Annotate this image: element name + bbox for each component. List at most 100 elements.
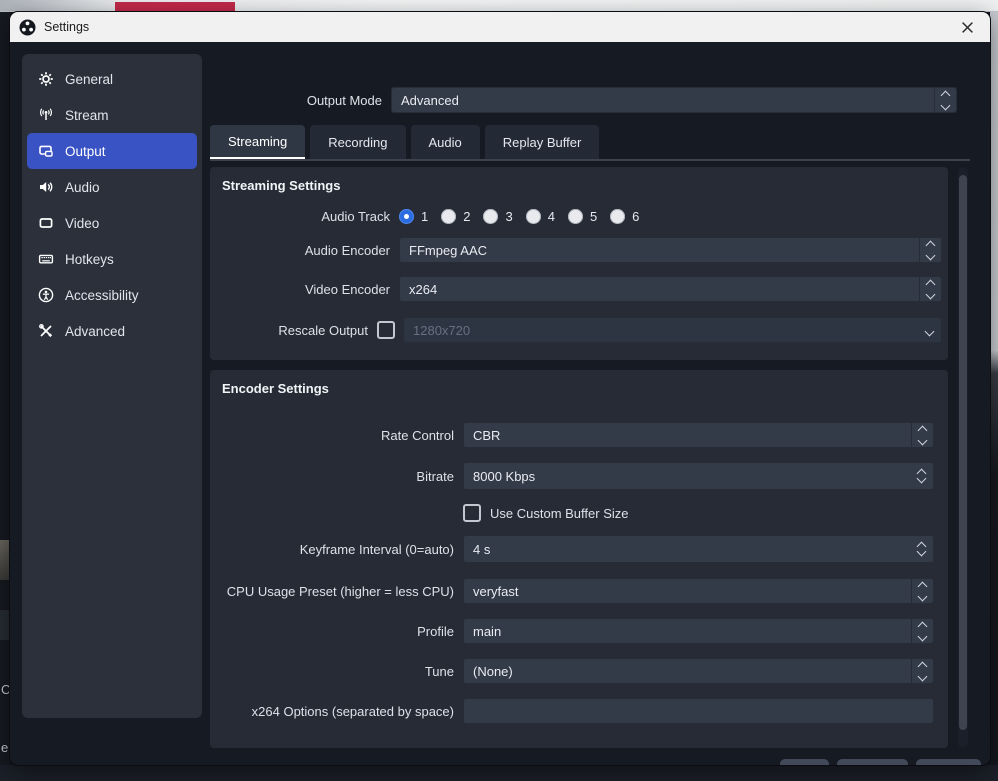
chevron-down-icon: [926, 289, 936, 299]
radio-icon: [526, 209, 541, 224]
scrollbar-thumb[interactable]: [959, 175, 967, 730]
video-encoder-select[interactable]: x264: [399, 276, 942, 302]
sidebar-item-label: Output: [65, 144, 106, 159]
dropdown-spinner[interactable]: [919, 277, 941, 301]
rescale-output-row: Rescale Output 1280x720: [220, 317, 942, 343]
keyframe-interval-value: 4 s: [464, 542, 933, 557]
sidebar-item-label: General: [65, 72, 113, 87]
group-title: Streaming Settings: [222, 178, 340, 193]
window-body: General Stream Output Audio: [10, 42, 990, 765]
monitor-icon: [37, 215, 54, 232]
speaker-icon: [37, 179, 54, 196]
output-mode-row: Output Mode Advanced: [210, 87, 957, 113]
x264-options-input[interactable]: [463, 698, 934, 724]
radio-label: 5: [590, 209, 597, 224]
audio-track-option-2[interactable]: 2: [441, 209, 470, 224]
rescale-resolution-select[interactable]: 1280x720: [403, 317, 942, 343]
sidebar-item-audio[interactable]: Audio: [27, 169, 197, 205]
ok-button[interactable]: OK: [780, 759, 829, 765]
sidebar: General Stream Output Audio: [22, 54, 202, 718]
sidebar-item-hotkeys[interactable]: Hotkeys: [27, 241, 197, 277]
apply-button[interactable]: Apply: [916, 759, 981, 765]
chevron-up-icon: [918, 581, 928, 591]
dropdown-spinner[interactable]: [911, 579, 933, 603]
chevron-down-icon: [918, 631, 928, 641]
video-encoder-row: Video Encoder x264: [220, 276, 942, 302]
radio-icon: [441, 209, 456, 224]
keyframe-interval-spinbox[interactable]: 4 s: [463, 535, 934, 563]
accessibility-icon: [37, 287, 54, 304]
titlebar[interactable]: Settings: [10, 12, 990, 42]
audio-encoder-value: FFmpeg AAC: [400, 243, 919, 258]
background-patch: [0, 610, 10, 640]
cancel-button[interactable]: Cancel: [837, 759, 908, 765]
tune-select[interactable]: (None): [463, 658, 934, 684]
radio-icon: [483, 209, 498, 224]
tune-label: Tune: [220, 664, 463, 679]
radio-label: 6: [632, 209, 639, 224]
custom-buffer-checkbox[interactable]: [463, 504, 481, 522]
audio-track-option-4[interactable]: 4: [526, 209, 555, 224]
streaming-settings-group: Streaming Settings Audio Track 1 2 3 4 5…: [210, 167, 948, 360]
background-patch: [0, 540, 10, 580]
dropdown-spinner[interactable]: [919, 238, 941, 262]
keyframe-interval-row: Keyframe Interval (0=auto) 4 s: [220, 535, 934, 563]
settings-window: Settings General Stream: [10, 12, 990, 765]
scrollbar-track[interactable]: [958, 167, 968, 748]
dropdown-spinner[interactable]: [934, 88, 956, 112]
chevron-down-icon: [926, 250, 936, 260]
dropdown-spinner[interactable]: [911, 619, 933, 643]
tab-audio[interactable]: Audio: [411, 125, 480, 159]
tab-recording[interactable]: Recording: [310, 125, 405, 159]
sidebar-item-output[interactable]: Output: [27, 133, 197, 169]
tab-label: Recording: [328, 135, 387, 150]
audio-encoder-label: Audio Encoder: [220, 243, 399, 258]
output-mode-select[interactable]: Advanced: [391, 87, 957, 113]
cpu-preset-row: CPU Usage Preset (higher = less CPU) ver…: [220, 578, 934, 604]
sidebar-item-video[interactable]: Video: [27, 205, 197, 241]
dropdown-spinner[interactable]: [911, 423, 933, 447]
close-button[interactable]: [953, 14, 981, 40]
rate-control-select[interactable]: CBR: [463, 422, 934, 448]
profile-select[interactable]: main: [463, 618, 934, 644]
custom-buffer-row: Use Custom Buffer Size: [220, 505, 934, 521]
rate-control-label: Rate Control: [220, 428, 463, 443]
x264-options-row: x264 Options (separated by space): [220, 698, 934, 724]
radio-selected-icon: [399, 209, 414, 224]
audio-encoder-select[interactable]: FFmpeg AAC: [399, 237, 942, 263]
chevron-down-icon: [918, 435, 928, 445]
tools-icon: [37, 323, 54, 340]
sidebar-item-label: Audio: [65, 180, 100, 195]
radio-label: 3: [505, 209, 512, 224]
rate-control-row: Rate Control CBR: [220, 422, 934, 448]
sidebar-item-general[interactable]: General: [27, 61, 197, 97]
rescale-output-checkbox[interactable]: [377, 321, 395, 339]
bitrate-value: 8000 Kbps: [464, 469, 933, 484]
sidebar-item-advanced[interactable]: Advanced: [27, 313, 197, 349]
tab-label: Audio: [429, 135, 462, 150]
audio-track-radio-group: 1 2 3 4 5 6: [399, 209, 639, 224]
dropdown-spinner[interactable]: [911, 659, 933, 683]
audio-track-option-6[interactable]: 6: [610, 209, 639, 224]
sidebar-item-accessibility[interactable]: Accessibility: [27, 277, 197, 313]
radio-label: 4: [548, 209, 555, 224]
audio-track-option-1[interactable]: 1: [399, 209, 428, 224]
desktop-left-strip: Ca er: [0, 12, 10, 765]
keyboard-icon: [37, 251, 54, 268]
sidebar-item-stream[interactable]: Stream: [27, 97, 197, 133]
sidebar-item-label: Hotkeys: [65, 252, 114, 267]
audio-track-label: Audio Track: [220, 209, 399, 224]
audio-track-option-5[interactable]: 5: [568, 209, 597, 224]
bitrate-spinbox[interactable]: 8000 Kbps: [463, 462, 934, 490]
chevron-up-icon: [926, 240, 936, 250]
audio-track-option-3[interactable]: 3: [483, 209, 512, 224]
profile-value: main: [464, 624, 911, 639]
window-title: Settings: [44, 20, 89, 34]
cpu-preset-select[interactable]: veryfast: [463, 578, 934, 604]
group-title: Encoder Settings: [222, 381, 329, 396]
tab-streaming[interactable]: Streaming: [210, 125, 305, 159]
background-text-fragment: er: [1, 740, 10, 755]
tab-replay-buffer[interactable]: Replay Buffer: [485, 125, 600, 159]
profile-label: Profile: [220, 624, 463, 639]
sidebar-item-label: Stream: [65, 108, 109, 123]
